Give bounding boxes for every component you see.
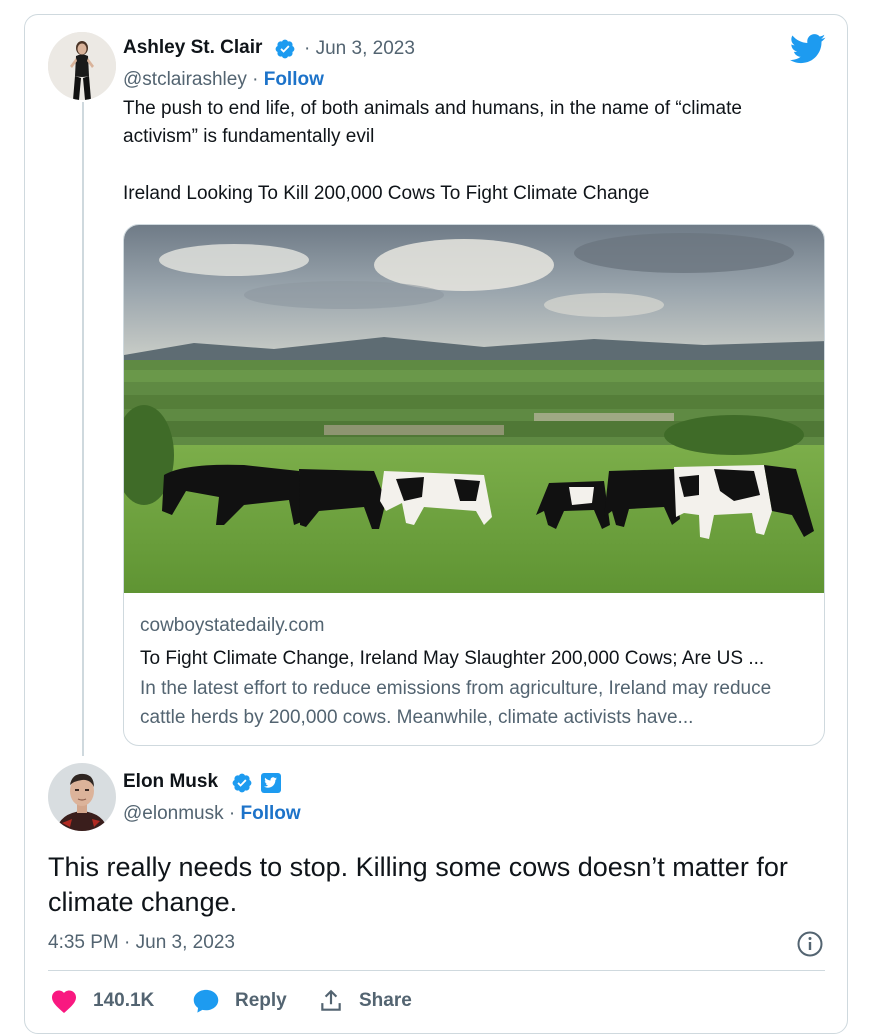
main-author-name[interactable]: Elon Musk — [123, 771, 218, 793]
link-preview-info[interactable]: cowboystatedaily.com To Fight Climate Ch… — [140, 613, 812, 732]
link-preview-card[interactable]: cowboystatedaily.com To Fight Climate Ch… — [123, 224, 825, 746]
separator-dot: · — [223, 803, 241, 824]
reply-bubble-icon[interactable] — [192, 988, 220, 1014]
main-handle[interactable]: @elonmusk — [123, 803, 224, 824]
like-action[interactable]: 140.1K — [50, 986, 154, 1016]
link-title: To Fight Climate Change, Ireland May Sla… — [140, 648, 765, 669]
main-tweet-text: This really needs to stop. Killing some … — [48, 852, 788, 917]
actions-divider — [48, 970, 825, 971]
twitter-affiliate-icon[interactable] — [260, 772, 282, 794]
parent-author-name[interactable]: Ashley St. Clair — [123, 37, 262, 59]
follow-button-ashley[interactable]: Follow — [264, 69, 324, 90]
reply-label: Reply — [235, 990, 287, 1011]
main-handle-row: @elonmusk · Follow — [123, 803, 301, 825]
separator-dot: · — [246, 69, 264, 90]
share-action[interactable]: Share — [318, 986, 412, 1016]
follow-button-elon[interactable]: Follow — [241, 803, 301, 824]
parent-handle[interactable]: @stclairashley — [123, 69, 247, 90]
link-description: In the latest effort to reduce emissions… — [140, 678, 772, 728]
parent-handle-row: @stclairashley · Follow — [123, 69, 324, 91]
parent-tweet-date[interactable]: · Jun 3, 2023 — [304, 38, 415, 60]
like-count: 140.1K — [93, 990, 155, 1011]
main-tweet-timestamp[interactable]: 4:35 PM · Jun 3, 2023 — [48, 932, 235, 954]
ashley-avatar[interactable] — [48, 32, 116, 100]
thread-connector-line — [82, 102, 84, 756]
elon-avatar[interactable] — [48, 763, 116, 831]
verified-badge-icon — [232, 773, 252, 793]
share-label: Share — [359, 990, 412, 1011]
reply-action[interactable]: Reply — [192, 986, 287, 1016]
share-icon[interactable] — [318, 988, 344, 1014]
parent-tweet-text-line2: activism” is fundamentally evil — [123, 126, 375, 147]
parent-tweet-text-line1: The push to end life, of both animals an… — [123, 98, 742, 119]
link-domain: cowboystatedaily.com — [140, 615, 325, 636]
parent-tweet-text-line3: Ireland Looking To Kill 200,000 Cows To … — [123, 183, 650, 204]
twitter-bird-icon[interactable] — [790, 34, 826, 64]
verified-badge-icon — [275, 39, 295, 59]
info-icon[interactable] — [796, 930, 824, 958]
cows-in-field-image — [124, 225, 824, 593]
heart-icon[interactable] — [50, 988, 78, 1014]
